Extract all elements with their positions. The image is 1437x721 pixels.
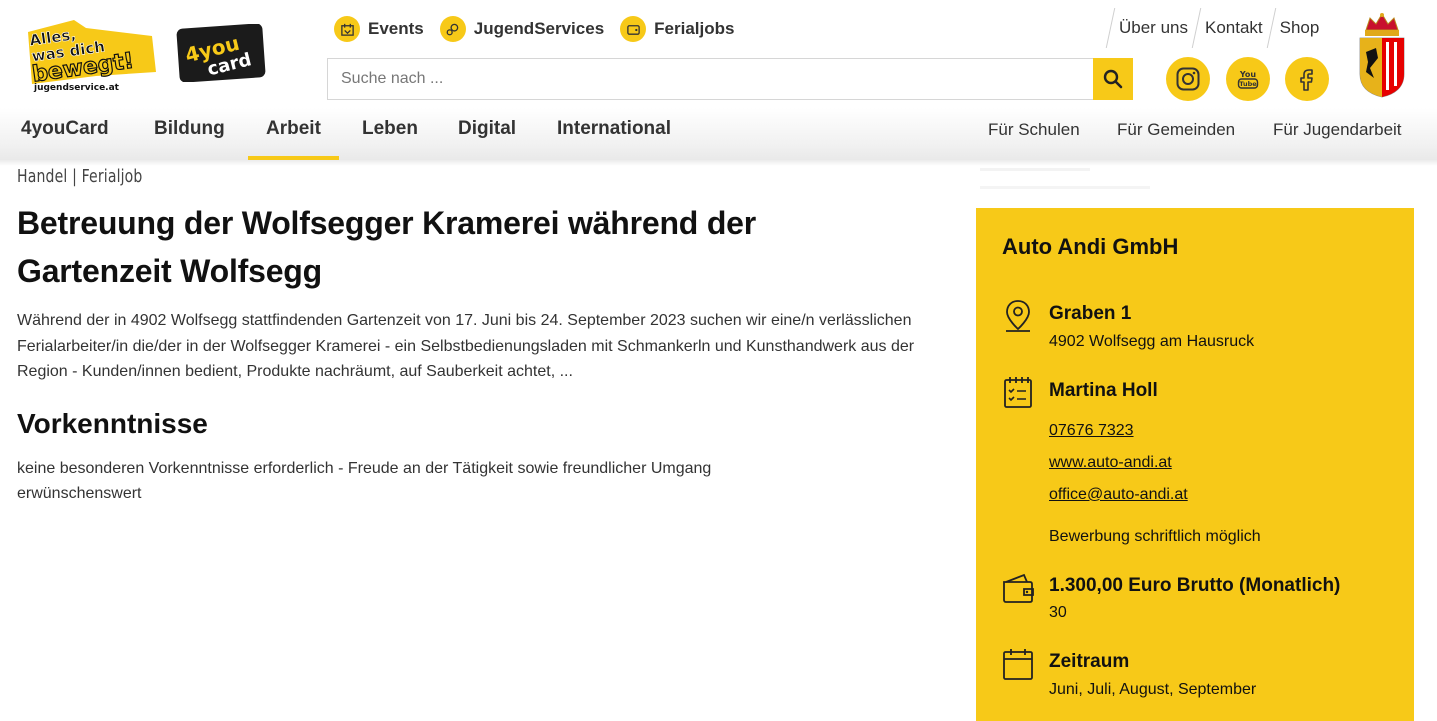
topnav-label: Ferialjobs [654,19,735,38]
link-ueber-uns[interactable]: Über uns [1117,18,1190,38]
subnav-jugendarbeit[interactable]: Für Jugendarbeit [1273,120,1402,140]
youtube-text-top: You [1239,70,1257,79]
calendar-icon [1003,649,1033,680]
facebook-icon [1300,69,1313,91]
search-bar [327,58,1133,100]
topnav-label: JugendServices [473,19,605,38]
facebook-button[interactable] [1285,57,1329,101]
company-name: Auto Andi GmbH [1002,234,1179,259]
instagram-icon [1176,67,1200,91]
mainnav-4youcard[interactable]: 4youCard [21,108,109,160]
contact-list-icon [1004,377,1032,408]
breadcrumb: Handel | Ferialjob [17,166,143,187]
salary-value: 1.300,00 Euro Brutto (Monatlich) [1049,575,1341,596]
ferialjobs-icon [620,16,647,42]
mainnav-digital[interactable]: Digital [458,108,516,160]
header-shadow [0,160,1437,166]
period-label: Zeitraum [1049,651,1130,672]
faded-divider [980,168,1150,189]
address-city: 4902 Wolfsegg am Hausruck [1049,333,1255,350]
employer-card: Auto Andi GmbH Graben 1 4902 Wolfsegg am… [976,208,1414,721]
top-navigation: Events JugendServices Ferialjobs [334,14,734,44]
search-input[interactable] [328,59,1094,99]
instagram-button[interactable] [1166,57,1210,101]
search-icon [1103,69,1123,89]
section-heading: Vorkenntnisse [17,408,208,439]
utility-navigation: Über uns Kontakt Shop [1104,6,1321,50]
jugendservice-logo[interactable]: Alles, was dich bewegt! jugendservice.at [26,14,158,94]
4youcard-logo[interactable]: 4you card [176,24,266,82]
mainnav-international[interactable]: International [557,108,671,160]
link-kontakt[interactable]: Kontakt [1203,18,1265,38]
job-description: Während der in 4902 Wolfsegg stattfinden… [17,312,915,380]
mainnav-leben[interactable]: Leben [362,108,418,160]
website-link[interactable]: www.auto-andi.at [1049,454,1172,472]
wallet-icon [1003,573,1034,603]
util-separator [1266,8,1276,48]
events-icon [334,16,360,42]
logo-domain: jugendservice.at [33,83,120,93]
subnav-schulen[interactable]: Für Schulen [988,120,1080,140]
salary-detail: 30 [1049,604,1067,621]
address-street: Graben 1 [1049,303,1132,324]
phone-link[interactable]: 07676 7323 [1049,422,1134,440]
subnav-gemeinden[interactable]: Für Gemeinden [1117,120,1235,140]
jugendservices-icon [439,16,466,42]
location-pin-icon [1006,300,1030,332]
topnav-ferialjobs[interactable]: Ferialjobs [620,16,734,42]
topnav-label: Events [368,19,424,38]
mainnav-arbeit[interactable]: Arbeit [248,108,339,160]
search-button[interactable] [1093,58,1133,100]
email-link[interactable]: office@auto-andi.at [1049,486,1188,504]
topnav-events[interactable]: Events [334,16,424,42]
youtube-icon: You Tube [1237,70,1259,89]
application-note: Bewerbung schriftlich möglich [1049,528,1261,545]
period-value: Juni, Juli, August, September [1049,681,1257,698]
util-separator [1105,8,1116,48]
section-text: keine besonderen Vorkenntnisse erforderl… [17,460,712,502]
upper-austria-crest[interactable] [1356,12,1408,98]
util-separator [1191,8,1202,48]
youtube-text-bottom: Tube [1239,80,1257,88]
topnav-jugendservices[interactable]: JugendServices [439,16,605,42]
page-title: Betreuung der Wolfsegger Kramerei währen… [17,205,757,289]
youtube-button[interactable]: You Tube [1226,57,1270,101]
mainnav-bildung[interactable]: Bildung [154,108,225,160]
contact-name: Martina Holl [1049,380,1158,401]
link-shop[interactable]: Shop [1278,18,1322,38]
